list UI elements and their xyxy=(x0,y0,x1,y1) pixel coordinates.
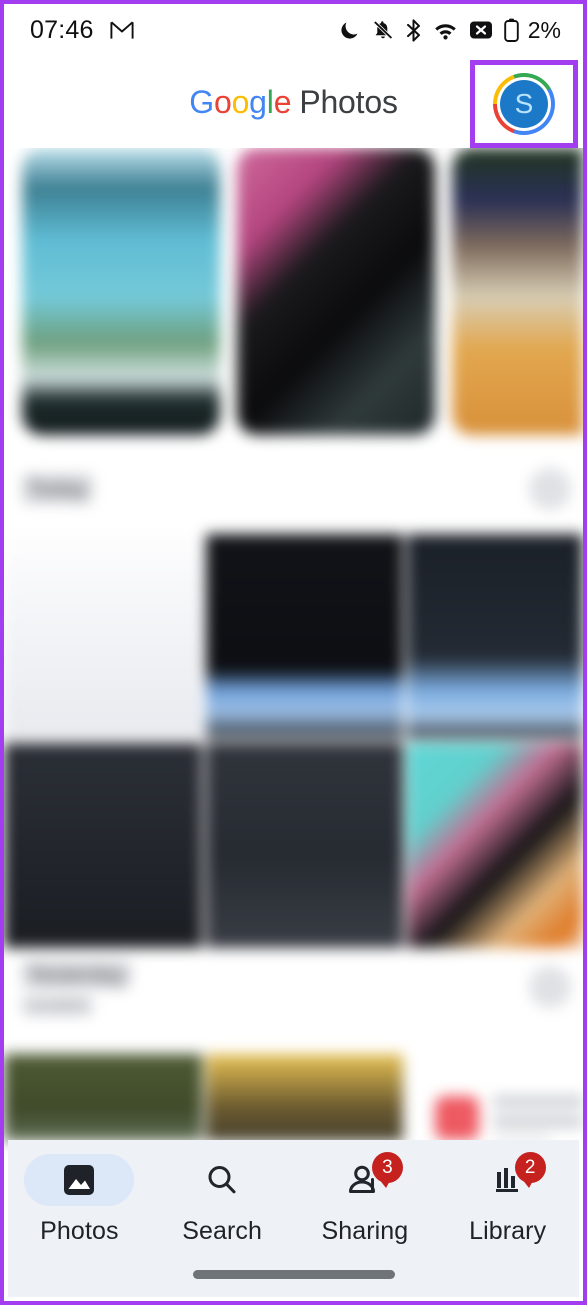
gmail-icon xyxy=(110,20,134,40)
account-avatar[interactable]: S xyxy=(493,73,555,135)
bottom-navigation-bar: Photos Search 3 Sharing 2 Library xyxy=(8,1140,579,1297)
photos-section-today-header: Today xyxy=(22,468,571,510)
wifi-icon xyxy=(433,19,458,41)
photo-thumbnail[interactable] xyxy=(407,1054,583,1141)
section-title: Yesterday xyxy=(22,960,132,989)
logo-letter-o1: o xyxy=(213,84,232,120)
app-card-text-line xyxy=(493,1116,583,1127)
do-not-disturb-moon-icon xyxy=(339,19,361,41)
logo-letter-g1: G xyxy=(189,84,214,120)
photo-thumbnail[interactable] xyxy=(205,743,404,948)
section-subtitle: Location xyxy=(22,996,93,1016)
status-bar-left: 07:46 xyxy=(30,16,134,45)
photo-thumbnail[interactable] xyxy=(407,743,583,948)
app-card-logo-icon xyxy=(435,1096,480,1140)
photo-grid-today[interactable] xyxy=(4,534,583,948)
nav-sharing-pill[interactable]: 3 xyxy=(310,1152,420,1206)
section-title: Today xyxy=(22,474,93,504)
status-bar-clock: 07:46 xyxy=(30,15,94,44)
no-sim-icon xyxy=(469,20,493,40)
photos-feed[interactable]: Today Yesterday Location xyxy=(4,148,583,1141)
memory-card-3[interactable] xyxy=(452,148,583,435)
app-header: Google Photos S xyxy=(4,56,583,148)
battery-percent-label: 2% xyxy=(527,16,561,43)
logo-letter-g2: g xyxy=(249,84,267,120)
sharing-badge: 3 xyxy=(371,1152,403,1188)
logo-word-photos: Photos xyxy=(299,84,398,120)
nav-photos-pill[interactable] xyxy=(24,1154,135,1206)
status-bar: 07:46 2% xyxy=(4,4,583,56)
memory-card-2[interactable] xyxy=(237,148,435,435)
nav-library-pill[interactable]: 2 xyxy=(453,1152,563,1206)
photo-thumbnail[interactable] xyxy=(4,534,202,739)
photo-grid-earlier[interactable] xyxy=(4,1054,583,1141)
status-bar-right: 2% xyxy=(339,17,561,44)
nav-sharing-label: Sharing xyxy=(321,1217,409,1245)
memories-carousel[interactable] xyxy=(4,148,583,448)
search-icon xyxy=(203,1161,241,1199)
nav-sharing[interactable]: 3 Sharing xyxy=(294,1152,437,1246)
notifications-muted-icon xyxy=(372,19,394,41)
nav-library-label: Library xyxy=(469,1217,547,1245)
nav-search-pill[interactable] xyxy=(167,1154,277,1206)
logo-letter-l: l xyxy=(266,84,274,120)
section-overflow-icon[interactable] xyxy=(529,468,571,510)
avatar-initial: S xyxy=(500,80,548,128)
battery-icon xyxy=(504,18,519,42)
photo-library-icon xyxy=(60,1161,98,1199)
photo-thumbnail[interactable] xyxy=(4,743,202,948)
nav-search[interactable]: Search xyxy=(151,1154,294,1246)
section-overflow-icon[interactable] xyxy=(529,966,571,1008)
logo-letter-o2: o xyxy=(231,84,250,120)
photos-section-earlier-header: Yesterday Location xyxy=(22,960,571,1016)
bluetooth-icon xyxy=(405,18,422,42)
logo-letter-e: e xyxy=(273,84,292,120)
nav-search-label: Search xyxy=(182,1217,263,1245)
library-badge: 2 xyxy=(514,1152,546,1188)
memory-card-1[interactable] xyxy=(22,148,220,435)
app-card-text-line xyxy=(493,1096,583,1107)
nav-photos[interactable]: Photos xyxy=(8,1154,151,1246)
nav-library[interactable]: 2 Library xyxy=(436,1152,579,1246)
nav-photos-label: Photos xyxy=(40,1217,119,1245)
avatar-highlight-box: S xyxy=(470,60,578,148)
home-gesture-bar[interactable] xyxy=(192,1270,395,1279)
phone-screenshot: 07:46 2% Google Photos S Today Yesterday… xyxy=(0,0,587,1305)
photo-thumbnail[interactable] xyxy=(205,1054,404,1141)
photo-thumbnail[interactable] xyxy=(4,1054,202,1141)
photo-thumbnail[interactable] xyxy=(205,534,404,739)
photo-thumbnail[interactable] xyxy=(407,534,583,739)
